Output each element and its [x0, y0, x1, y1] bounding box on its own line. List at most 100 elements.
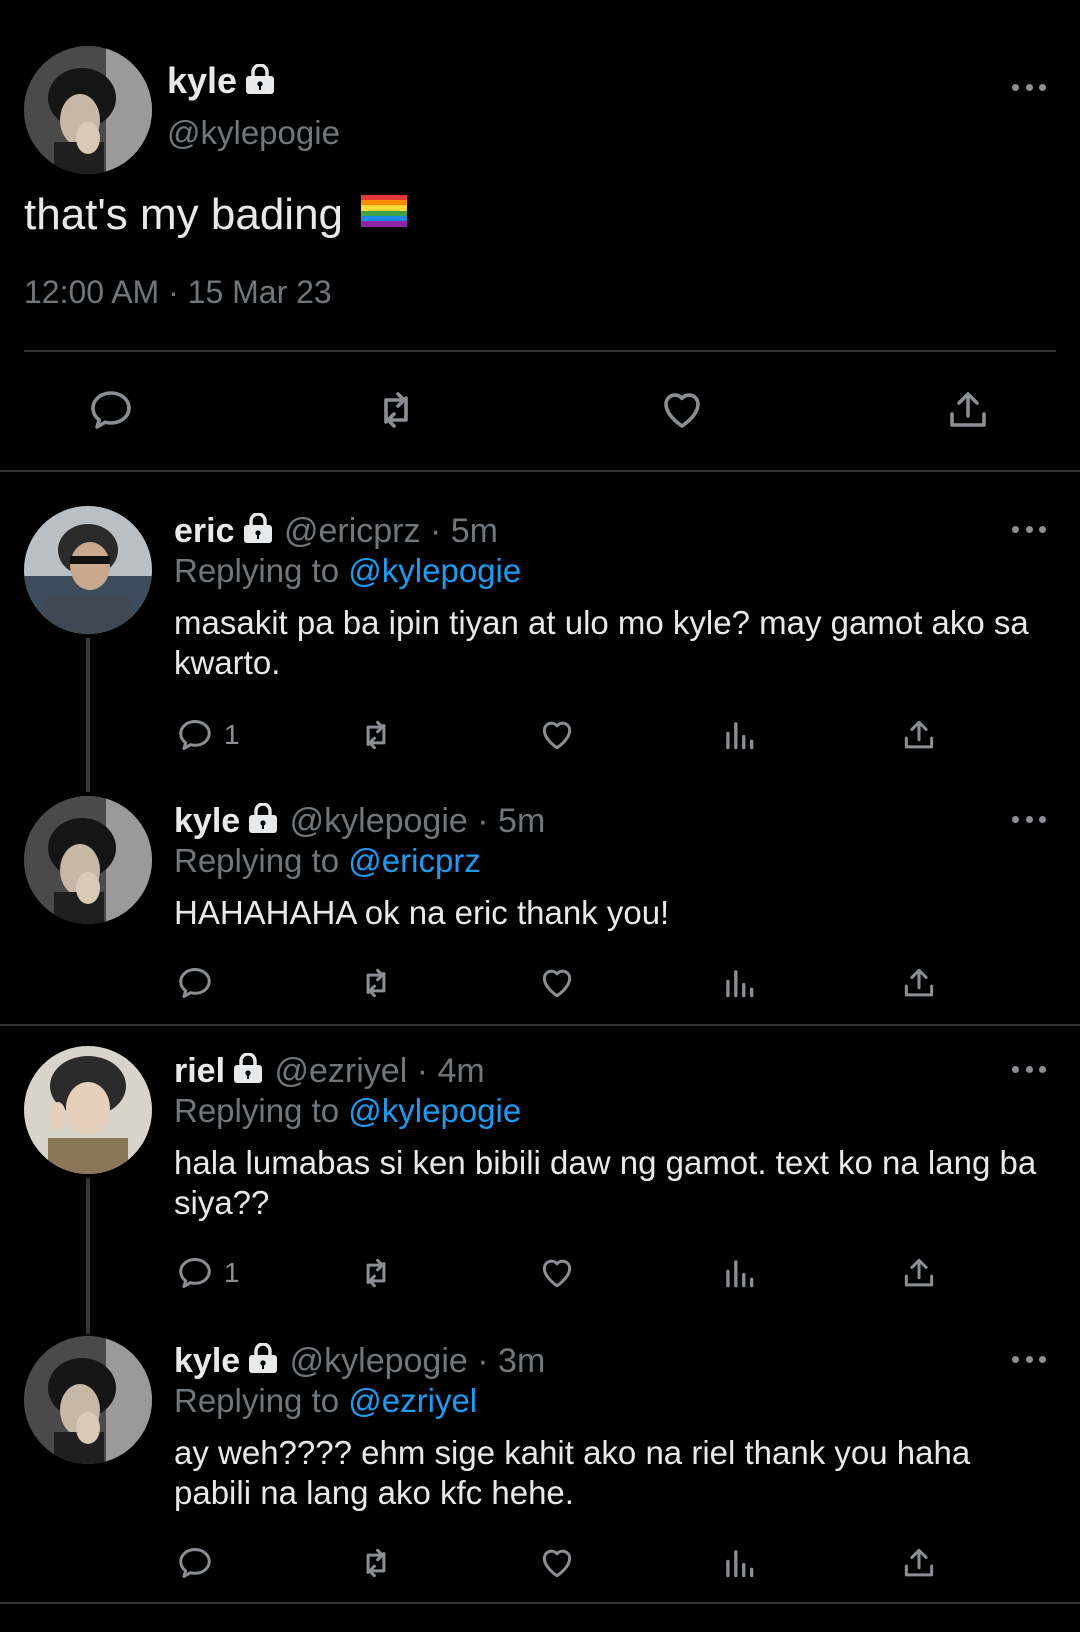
- divider: [24, 350, 1056, 352]
- analytics-icon: [726, 1550, 754, 1578]
- share-button[interactable]: [900, 1544, 938, 1582]
- tweet-timestamp: 12:00 AM · 15 Mar 23: [24, 274, 332, 310]
- analytics-icon: [726, 1260, 754, 1288]
- replying-to-handle[interactable]: @ezriyel: [348, 1382, 477, 1419]
- share-button[interactable]: [900, 716, 938, 754]
- replying-to-label: Replying to: [174, 1092, 340, 1129]
- retweet-button[interactable]: [371, 386, 421, 434]
- share-icon: [904, 720, 934, 749]
- avatar[interactable]: [24, 1046, 152, 1174]
- retweet-icon: [384, 392, 408, 428]
- replying-to-line: Replying to @ericprz: [174, 842, 481, 880]
- reply-author-handle[interactable]: @kylepogie: [290, 802, 468, 840]
- reply-time: · 5m: [429, 512, 498, 550]
- reply-time: · 4m: [416, 1052, 485, 1090]
- replying-to-line: Replying to @kylepogie: [174, 1092, 521, 1130]
- lock-icon: [243, 513, 272, 543]
- share-button[interactable]: [944, 386, 992, 434]
- avatar[interactable]: [24, 796, 152, 924]
- replying-to-label: Replying to: [174, 1382, 340, 1419]
- lock-icon: [246, 64, 275, 94]
- retweet-icon: [366, 720, 386, 750]
- share-icon: [904, 968, 934, 997]
- like-icon: [542, 1259, 572, 1288]
- retweet-icon: [366, 1258, 386, 1288]
- reply-author-name[interactable]: riel: [174, 1052, 225, 1090]
- avatar[interactable]: [24, 506, 152, 634]
- analytics-button[interactable]: [720, 1544, 758, 1582]
- like-button[interactable]: [538, 964, 576, 1002]
- replying-to-handle[interactable]: @kylepogie: [348, 1092, 521, 1129]
- reply-author-name[interactable]: kyle: [174, 1342, 240, 1380]
- tweet-text: that's my bading: [24, 190, 344, 239]
- analytics-icon: [726, 722, 754, 750]
- like-button[interactable]: [538, 1254, 576, 1292]
- author-name[interactable]: kyle: [167, 60, 237, 101]
- retweet-button[interactable]: [355, 716, 397, 754]
- reply-count: 1: [224, 719, 240, 750]
- lock-icon: [234, 1053, 263, 1083]
- retweet-icon: [366, 968, 386, 998]
- author-handle[interactable]: @kylepogie: [167, 114, 340, 152]
- more-icon[interactable]: [1012, 814, 1046, 824]
- reply-time: · 5m: [477, 802, 546, 840]
- thread-line: [86, 1178, 90, 1334]
- reply-icon: [179, 720, 211, 750]
- reply-text: hala lumabas si ken bibili daw ng gamot.…: [174, 1144, 1037, 1221]
- retweet-button[interactable]: [355, 1544, 397, 1582]
- reply-text: ay weh???? ehm sige kahit ako na riel th…: [174, 1434, 971, 1511]
- reply-author-handle[interactable]: @kylepogie: [290, 1342, 468, 1380]
- share-icon: [904, 1548, 934, 1577]
- reply-button[interactable]: [176, 1544, 224, 1582]
- more-icon[interactable]: [1012, 1354, 1046, 1364]
- reply-icon: [91, 391, 131, 429]
- like-button[interactable]: [658, 386, 706, 434]
- reply-text: masakit pa ba ipin tiyan at ulo mo kyle?…: [174, 604, 1029, 681]
- reply-button[interactable]: [176, 964, 224, 1002]
- like-button[interactable]: [538, 1544, 576, 1582]
- replying-to-label: Replying to: [174, 842, 340, 879]
- reply-author-handle[interactable]: @ezriyel: [275, 1052, 408, 1090]
- reply-icon: [179, 1258, 211, 1288]
- analytics-button[interactable]: [720, 716, 758, 754]
- reply-author-handle[interactable]: @ericprz: [284, 512, 421, 550]
- reply-button[interactable]: 1: [176, 716, 240, 754]
- retweet-button[interactable]: [355, 964, 397, 1002]
- share-button[interactable]: [900, 1254, 938, 1292]
- reply-button[interactable]: [87, 386, 135, 434]
- divider: [0, 470, 1080, 472]
- divider: [0, 1024, 1080, 1026]
- like-button[interactable]: [538, 716, 576, 754]
- avatar[interactable]: [24, 1336, 152, 1464]
- reply-text: HAHAHAHA ok na eric thank you!: [174, 894, 670, 931]
- more-icon[interactable]: [1012, 82, 1046, 92]
- divider: [0, 1602, 1080, 1604]
- reply-icon: [179, 1548, 211, 1578]
- replying-to-handle[interactable]: @ericprz: [348, 842, 481, 879]
- like-icon: [664, 393, 700, 428]
- avatar[interactable]: [24, 46, 152, 174]
- lock-icon: [249, 803, 278, 833]
- analytics-button[interactable]: [720, 1254, 758, 1292]
- reply-author-name[interactable]: kyle: [174, 802, 240, 840]
- retweet-icon: [366, 1548, 386, 1578]
- reply-author-name[interactable]: eric: [174, 512, 235, 550]
- reply-time: · 3m: [477, 1342, 546, 1380]
- reply-icon: [179, 968, 211, 998]
- more-icon[interactable]: [1012, 1064, 1046, 1074]
- like-icon: [542, 969, 572, 998]
- replying-to-handle[interactable]: @kylepogie: [348, 552, 521, 589]
- retweet-button[interactable]: [355, 1254, 397, 1292]
- share-icon: [904, 1258, 934, 1287]
- analytics-icon: [726, 970, 754, 998]
- analytics-button[interactable]: [720, 964, 758, 1002]
- share-icon: [950, 392, 986, 427]
- thread-line: [86, 638, 90, 792]
- reply-button[interactable]: 1: [176, 1254, 240, 1292]
- more-icon[interactable]: [1012, 524, 1046, 534]
- replying-to-line: Replying to @ezriyel: [174, 1382, 477, 1420]
- lock-icon: [249, 1343, 278, 1373]
- replying-to-line: Replying to @kylepogie: [174, 552, 521, 590]
- replying-to-label: Replying to: [174, 552, 340, 589]
- share-button[interactable]: [900, 964, 938, 1002]
